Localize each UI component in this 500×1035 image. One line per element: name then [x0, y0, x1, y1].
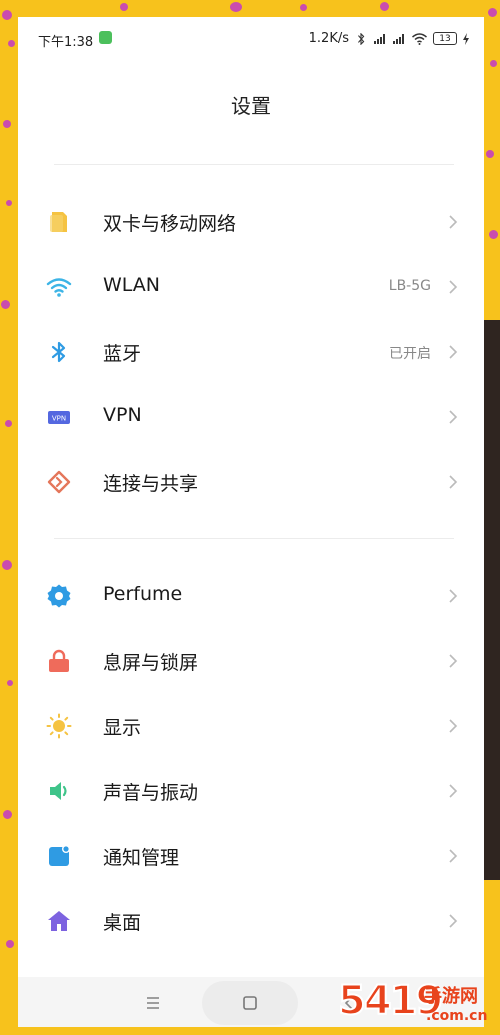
settings-item-notifications[interactable]: 通知管理 — [18, 824, 484, 888]
svg-text:VPN: VPN — [52, 415, 66, 423]
settings-item-label: Perfume — [103, 583, 183, 605]
watermark-logo: 5419 手游网 .com.cn — [337, 977, 498, 1032]
hd-signal-icon — [393, 33, 404, 44]
chevron-right-icon — [449, 589, 458, 603]
vpn-icon: VPN — [48, 411, 70, 424]
settings-item-sound-vibration[interactable]: 声音与振动 — [18, 759, 484, 823]
settings-item-value: 已开启 — [389, 346, 431, 362]
gear-icon — [47, 584, 71, 608]
background-photo-strip — [484, 320, 500, 880]
settings-item-bluetooth[interactable]: 蓝牙 已开启 — [18, 320, 484, 384]
bluetooth-icon — [51, 341, 66, 363]
settings-item-lock-screen[interactable]: 息屏与锁屏 — [18, 629, 484, 693]
settings-item-sim-network[interactable]: 双卡与移动网络 — [18, 190, 484, 254]
notification-icon — [49, 845, 70, 866]
status-right: 1.2K/s 13 — [309, 31, 470, 46]
settings-item-display[interactable]: 显示 — [18, 694, 484, 758]
bluetooth-icon — [358, 32, 365, 45]
settings-item-label: 双卡与移动网络 — [103, 213, 237, 235]
settings-item-label: VPN — [103, 404, 142, 426]
settings-item-label: 通知管理 — [103, 847, 180, 869]
chevron-right-icon — [449, 475, 458, 489]
settings-item-label: 声音与振动 — [103, 782, 199, 804]
chevron-right-icon — [449, 654, 458, 668]
home-square-icon[interactable] — [238, 991, 262, 1015]
menu-icon[interactable] — [141, 991, 165, 1015]
sim-card-icon — [50, 212, 67, 232]
network-speed: 1.2K/s — [308, 31, 349, 46]
wifi-icon — [46, 278, 72, 297]
chevron-right-icon — [449, 719, 458, 733]
settings-item-connection-sharing[interactable]: 连接与共享 — [18, 450, 484, 514]
chevron-right-icon — [449, 345, 458, 359]
section-divider — [54, 164, 454, 165]
settings-item-label: 息屏与锁屏 — [103, 652, 199, 674]
section-divider — [54, 538, 454, 539]
chevron-right-icon — [449, 784, 458, 798]
home-icon — [48, 911, 70, 931]
chevron-right-icon — [449, 410, 458, 424]
status-bar: 下午1:38 1.2K/s 13 — [18, 17, 484, 59]
settings-item-label: 显示 — [103, 717, 142, 739]
settings-item-label: 桌面 — [103, 912, 142, 934]
settings-item-value: LB-5G — [388, 278, 431, 294]
watermark-domain: .com.cn — [426, 1008, 488, 1024]
wechat-icon — [99, 31, 112, 44]
chevron-right-icon — [449, 280, 458, 294]
settings-item-home-screen[interactable]: 桌面 — [18, 889, 484, 953]
chevron-right-icon — [449, 215, 458, 229]
watermark-text: 手游网 — [424, 986, 478, 1007]
speaker-icon — [50, 782, 67, 800]
settings-item-label: WLAN — [103, 274, 161, 296]
status-time: 下午1:38 — [38, 35, 94, 50]
lock-icon — [49, 649, 69, 672]
settings-item-label: 连接与共享 — [103, 473, 199, 495]
connection-sharing-icon — [47, 470, 71, 494]
wifi-icon — [412, 32, 427, 45]
settings-item-wlan[interactable]: WLAN LB-5G — [18, 255, 484, 319]
settings-item-vpn[interactable]: VPN VPN — [18, 385, 484, 449]
battery-icon: 13 — [433, 32, 457, 45]
page-title: 设置 — [231, 94, 271, 118]
hd-signal-icon — [374, 33, 385, 44]
phone-screen: 下午1:38 1.2K/s 13 设置 双卡与移动网络 WLAN LB-5G 蓝… — [18, 17, 484, 1027]
charging-icon — [463, 32, 469, 45]
sun-icon — [46, 713, 72, 739]
settings-item-label: 蓝牙 — [103, 343, 142, 365]
settings-item-perfume[interactable]: Perfume — [18, 564, 484, 628]
chevron-right-icon — [449, 914, 458, 928]
chevron-right-icon — [449, 849, 458, 863]
